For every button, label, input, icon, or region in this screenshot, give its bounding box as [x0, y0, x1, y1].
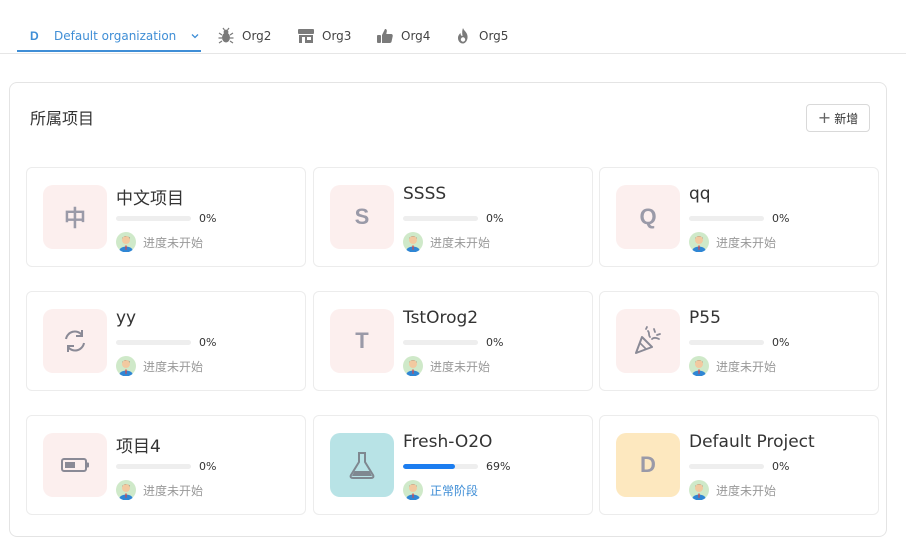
project-thumbnail: 中	[43, 185, 107, 249]
project-status: 进度未开始	[716, 360, 777, 374]
refresh-icon	[43, 309, 107, 373]
project-status: 进度未开始	[716, 484, 777, 498]
thumbs-up-icon	[375, 26, 395, 46]
project-name: P55	[689, 308, 721, 328]
plus-icon: +	[817, 108, 832, 127]
tab-org3[interactable]: Org3	[296, 24, 351, 48]
progress-bar	[403, 464, 478, 469]
project-status: 进度未开始	[430, 360, 491, 374]
chevron-down-icon[interactable]	[190, 31, 200, 41]
progress-percent: 0%	[199, 336, 217, 349]
projects-panel: 所属项目 + 新增 中中文项目 0% 进度未开始 S SSSS 0% 进度未开始 Qqq 0% 进…	[9, 82, 887, 537]
progress-percent: 0%	[486, 212, 504, 225]
add-button-label: 新增	[834, 111, 859, 126]
project-status: 正常阶段	[430, 484, 479, 498]
progress-bar	[689, 340, 764, 345]
project-name: yy	[116, 308, 137, 328]
tab-default-organization[interactable]: D Default organization	[30, 24, 200, 48]
progress-percent: 0%	[486, 336, 504, 349]
progress-percent: 0%	[772, 336, 790, 349]
project-name: qq	[689, 184, 711, 204]
active-tab-indicator	[17, 50, 201, 52]
org-letter-badge: D	[30, 29, 39, 43]
avatar	[116, 356, 136, 377]
store-icon	[296, 26, 316, 46]
project-card[interactable]: P55 0% 进度未开始	[599, 291, 879, 391]
progress-percent: 0%	[199, 460, 217, 473]
project-card[interactable]: yy 0% 进度未开始	[26, 291, 306, 391]
bug-icon	[216, 26, 236, 46]
project-name: TstOrog2	[403, 308, 479, 328]
project-name: 项目4	[116, 437, 161, 457]
avatar	[403, 356, 423, 377]
tab-org2[interactable]: Org2	[216, 24, 271, 48]
progress-bar	[116, 216, 191, 221]
project-card[interactable]: Qqq 0% 进度未开始	[599, 167, 879, 267]
project-status: 进度未开始	[716, 236, 777, 250]
progress-fill	[403, 464, 455, 469]
project-card[interactable]: 中中文项目 0% 进度未开始	[26, 167, 306, 267]
tab-label: Default organization	[54, 29, 177, 43]
party-popper-icon	[616, 309, 680, 373]
progress-bar	[689, 216, 764, 221]
avatar	[689, 232, 709, 253]
tab-org4[interactable]: Org4	[375, 24, 430, 48]
avatar	[116, 480, 136, 501]
progress-bar	[403, 340, 478, 345]
battery-icon	[43, 433, 107, 497]
avatar	[689, 356, 709, 377]
project-card[interactable]: S SSSS 0% 进度未开始	[313, 167, 593, 267]
project-status: 进度未开始	[143, 236, 204, 250]
project-status: 进度未开始	[430, 236, 491, 250]
project-thumbnail: D	[616, 433, 680, 497]
progress-bar	[116, 340, 191, 345]
progress-bar	[689, 464, 764, 469]
progress-percent: 0%	[772, 212, 790, 225]
panel-title: 所属项目	[30, 109, 95, 128]
project-card[interactable]: Fresh-O2O 69% 正常阶段	[313, 415, 593, 515]
add-project-button[interactable]: + 新增	[806, 104, 870, 132]
project-name: Default Project	[689, 432, 815, 452]
tab-label: Org2	[242, 29, 272, 43]
progress-bar	[116, 464, 191, 469]
project-card[interactable]: T TstOrog2 0% 进度未开始	[313, 291, 593, 391]
avatar	[403, 480, 423, 501]
project-name: Fresh-O2O	[403, 432, 493, 452]
project-name: 中文项目	[116, 189, 184, 209]
avatar	[403, 232, 423, 253]
project-card[interactable]: D Default Project 0% 进度未开始	[599, 415, 879, 515]
project-status: 进度未开始	[143, 360, 204, 374]
progress-percent: 0%	[772, 460, 790, 473]
tab-org5[interactable]: Org5	[453, 24, 508, 48]
progress-percent: 69%	[486, 460, 511, 473]
project-thumbnail: T	[330, 309, 394, 373]
organization-tabs: D Default organization Org2 Org3 Org4 Or…	[0, 0, 906, 54]
project-status: 进度未开始	[143, 484, 204, 498]
tab-label: Org3	[322, 29, 352, 43]
project-thumbnail: Q	[616, 185, 680, 249]
tab-label: Org5	[479, 29, 509, 43]
progress-percent: 0%	[199, 212, 217, 225]
project-name: SSSS	[403, 184, 447, 204]
avatar	[689, 480, 709, 501]
avatar	[116, 232, 136, 253]
flask-icon	[330, 433, 394, 497]
progress-bar	[403, 216, 478, 221]
fire-icon	[453, 26, 473, 46]
tab-label: Org4	[401, 29, 431, 43]
project-thumbnail: S	[330, 185, 394, 249]
project-card[interactable]: 项目4 0% 进度未开始	[26, 415, 306, 515]
